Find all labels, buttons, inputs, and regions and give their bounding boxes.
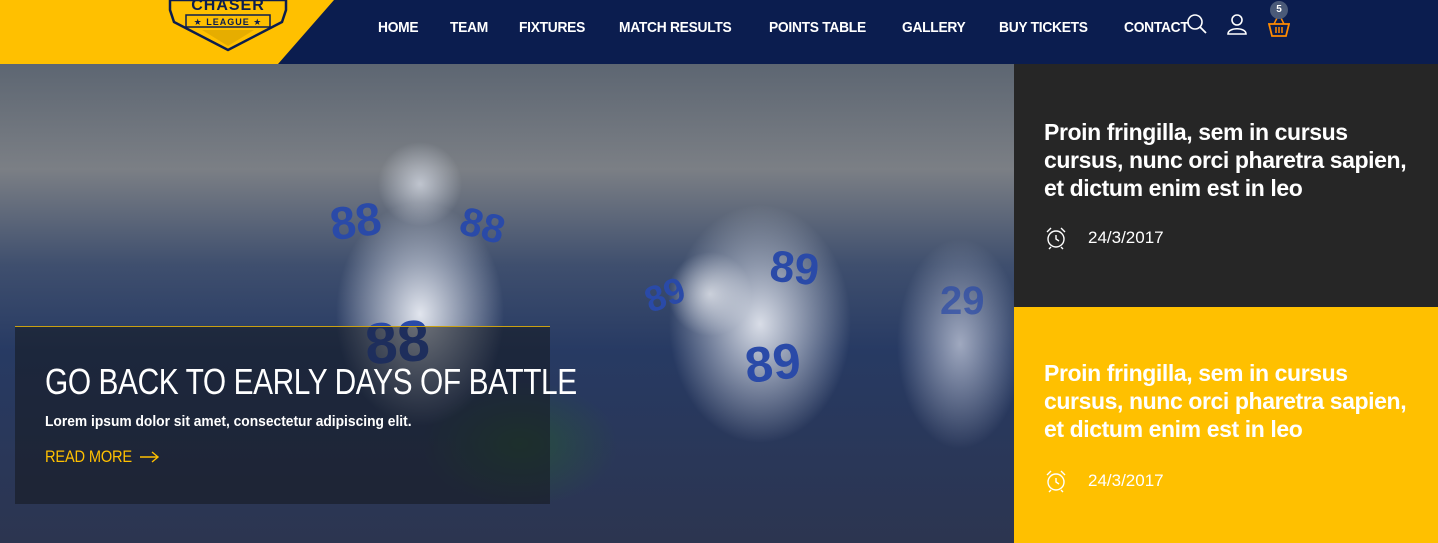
nav-contact[interactable]: CONTACT <box>1124 19 1189 36</box>
nav-gallery[interactable]: GALLERY <box>902 19 966 36</box>
read-more-label: READ MORE <box>45 447 132 466</box>
news-post[interactable]: Proin fringilla, sem in cursus cursus, n… <box>1014 307 1438 543</box>
hero-slider[interactable]: 88 88 88 89 89 89 29 GO BACK TO EARLY DA… <box>0 64 1014 543</box>
jersey-number: 29 <box>940 279 985 323</box>
nav-fixtures[interactable]: FIXTURES <box>519 19 585 36</box>
post-title[interactable]: Proin fringilla, sem in cursus cursus, n… <box>1044 359 1414 443</box>
jersey-number: 88 <box>326 191 385 251</box>
nav-buy-tickets[interactable]: BUY TICKETS <box>999 19 1088 36</box>
news-post[interactable]: Proin fringilla, sem in cursus cursus, n… <box>1014 64 1438 307</box>
logo-title: CHASER <box>191 0 265 14</box>
hero-title: GO BACK TO EARLY DAYS OF BATTLE <box>45 361 577 402</box>
logo-tagline: ★ LEAGUE ★ <box>193 17 263 27</box>
jersey-number: 89 <box>767 241 822 296</box>
user-icon[interactable] <box>1226 13 1248 35</box>
search-icon[interactable] <box>1186 13 1208 35</box>
site-header: CHASER ★ LEAGUE ★ HOME TEAM FIXTURES MAT… <box>0 0 1438 64</box>
jersey-number: 88 <box>455 199 510 254</box>
post-title[interactable]: Proin fringilla, sem in cursus cursus, n… <box>1044 118 1414 202</box>
hero-caption: GO BACK TO EARLY DAYS OF BATTLE Lorem ip… <box>15 326 577 504</box>
site-logo[interactable]: CHASER ★ LEAGUE ★ <box>166 0 290 54</box>
nav-points-table[interactable]: POINTS TABLE <box>769 19 866 36</box>
alarm-clock-icon <box>1046 470 1066 493</box>
nav-home[interactable]: HOME <box>378 19 419 36</box>
alarm-clock-icon <box>1046 227 1066 250</box>
basket-icon[interactable] <box>1268 16 1290 38</box>
jersey-number: 89 <box>639 268 691 321</box>
jersey-number: 89 <box>742 332 804 394</box>
read-more-link[interactable]: READ MORE <box>45 447 160 467</box>
nav-team[interactable]: TEAM <box>450 19 488 36</box>
post-date: 24/3/2017 <box>1044 226 1164 250</box>
cart-count-badge: 5 <box>1270 1 1288 19</box>
nav-match-results[interactable]: MATCH RESULTS <box>619 19 732 36</box>
logo-tagline-text: LEAGUE <box>206 17 250 27</box>
post-date-text: 24/3/2017 <box>1088 471 1164 490</box>
post-date-text: 24/3/2017 <box>1088 228 1164 247</box>
main-nav: HOME TEAM FIXTURES MATCH RESULTS POINTS … <box>364 0 1208 54</box>
hero-subtitle: Lorem ipsum dolor sit amet, consectetur … <box>45 413 412 430</box>
post-date: 24/3/2017 <box>1044 469 1164 493</box>
arrow-right-icon <box>140 451 160 463</box>
